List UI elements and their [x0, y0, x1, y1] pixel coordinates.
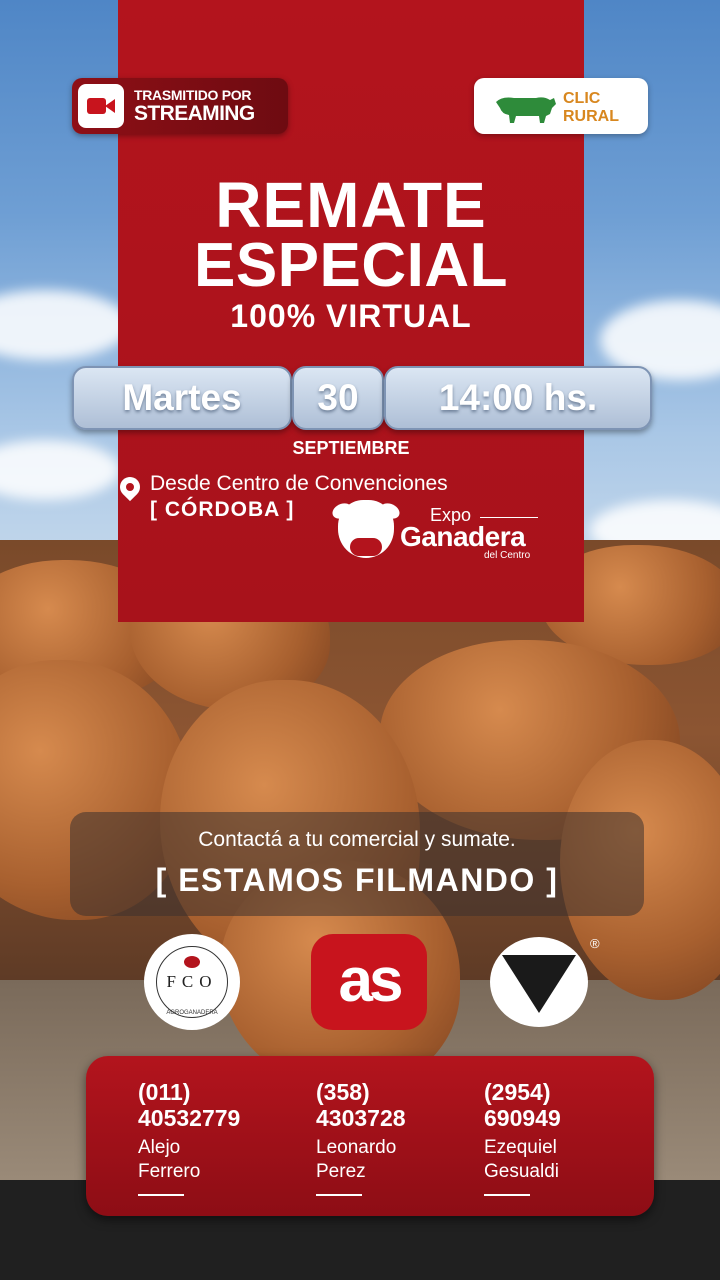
expo-line2: Ganadera	[400, 521, 526, 552]
venue-text: Desde Centro de Convenciones	[150, 472, 448, 495]
contact-last-name: Gesualdi	[484, 1161, 559, 1182]
headline-line2: ESPECIAL	[193, 231, 509, 300]
contact-underline	[138, 1194, 184, 1196]
poster: TRASMITIDO POR STREAMING CLIC RURAL REMA…	[0, 0, 720, 1280]
contact-phone-number[interactable]: 40532779	[138, 1104, 240, 1132]
contact-area-code: (011)	[138, 1079, 191, 1105]
contact-underline	[316, 1194, 362, 1196]
streaming-line1: TRASMITIDO POR	[134, 87, 252, 103]
day-number-pill: 30	[292, 366, 384, 430]
as-logo-text: as	[338, 946, 404, 1015]
headline-line1: REMATE	[215, 169, 487, 241]
contact-first-name: Ezequiel	[484, 1137, 557, 1158]
clic-rural-line2: RURAL	[563, 108, 619, 125]
bull-icon	[184, 956, 200, 968]
month-label: SEPTIEMBRE	[292, 438, 410, 458]
contact-area-code: (2954)	[484, 1079, 551, 1105]
clic-rural-line1: CLIC	[563, 90, 601, 107]
contact-phone-number[interactable]: 690949	[484, 1104, 561, 1132]
contact-area-code: (358)	[316, 1079, 370, 1105]
cow-nose-icon	[350, 538, 382, 556]
fco-subtitle: AGROGANADERA	[166, 1010, 218, 1016]
contact-underline	[484, 1194, 530, 1196]
fco-letters: FCO	[166, 972, 218, 991]
cow-icon	[496, 97, 556, 123]
time-pill: 14:00 hs.	[384, 366, 652, 430]
streaming-badge: TRASMITIDO POR STREAMING	[72, 78, 288, 134]
contact-first-name: Alejo	[138, 1137, 181, 1158]
cta-text: Contactá a tu comercial y sumate.	[198, 828, 516, 851]
video-camera-icon	[78, 84, 124, 128]
location-pin-dot	[126, 483, 134, 491]
contact-card: (2954) 690949 Ezequiel Gesualdi	[484, 1080, 561, 1196]
contact-first-name: Leonardo	[316, 1137, 397, 1158]
contact-last-name: Perez	[316, 1161, 366, 1182]
day-name-pill: Martes	[72, 366, 292, 430]
contact-phone-number[interactable]: 4303728	[316, 1104, 406, 1132]
headline-line3: 100% VIRTUAL	[230, 298, 472, 334]
filming-banner: [ ESTAMOS FILMANDO ]	[155, 862, 559, 898]
v-bull-icon	[502, 955, 576, 1013]
registered-mark: ®	[590, 936, 600, 951]
expo-divider	[480, 517, 538, 518]
contact-last-name: Ferrero	[138, 1161, 201, 1182]
contact-card: (358) 4303728 Leonardo Perez	[316, 1080, 406, 1196]
expo-line3: del Centro	[484, 550, 531, 561]
clic-rural-logo: CLIC RURAL	[474, 78, 648, 134]
city-text: [ CÓRDOBA ]	[150, 498, 295, 521]
streaming-line2: STREAMING	[134, 102, 255, 125]
contact-card: (011) 40532779 Alejo Ferrero	[138, 1080, 240, 1196]
